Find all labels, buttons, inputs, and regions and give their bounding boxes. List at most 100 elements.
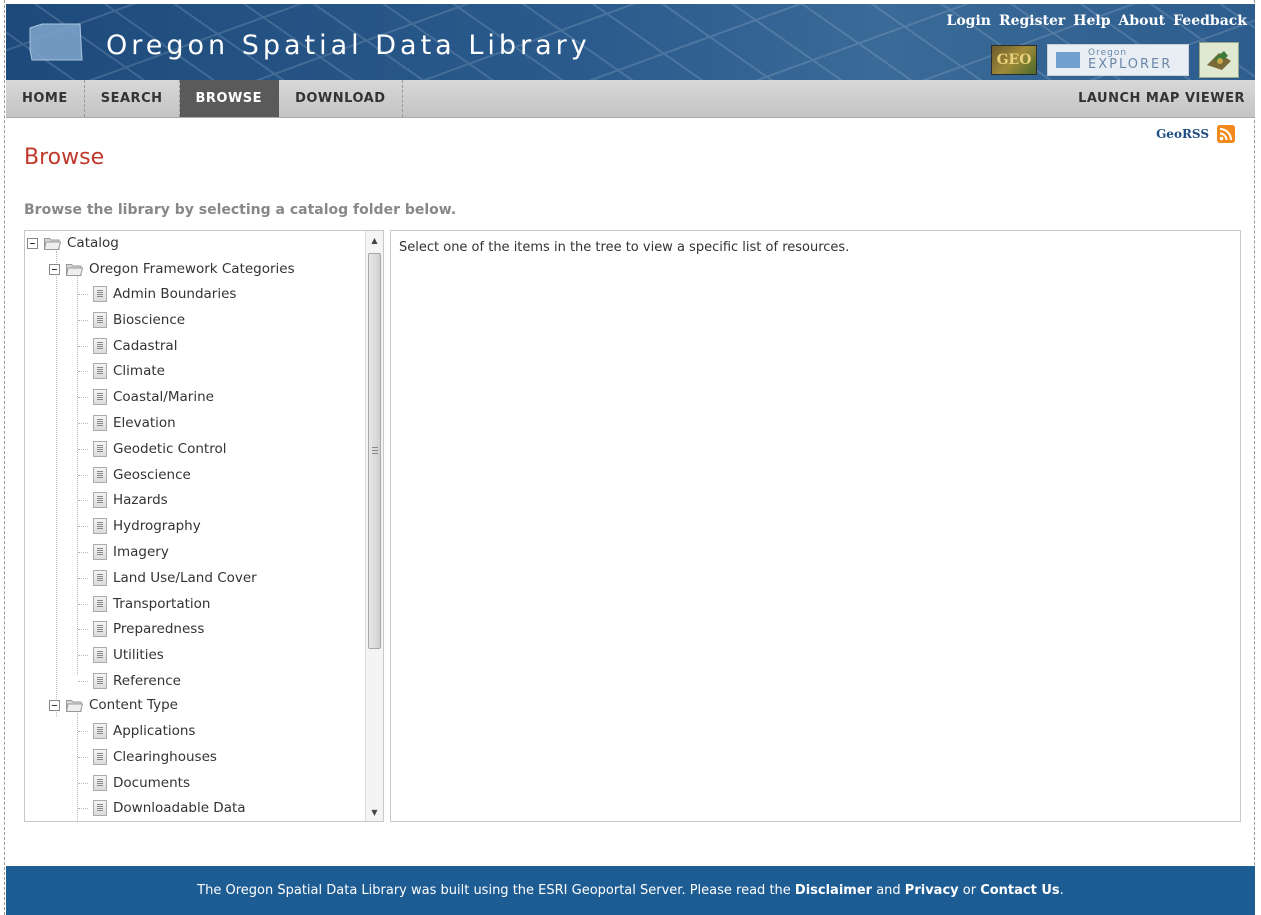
tree-leaf-label: Applications <box>113 723 196 739</box>
login-link[interactable]: Login <box>946 13 990 29</box>
tree-leaf-item[interactable]: Downloadable Data <box>93 797 246 819</box>
document-icon <box>93 595 107 612</box>
tree-leaf-label: Imagery <box>113 544 169 560</box>
tree-leaf-item[interactable]: Coastal/Marine <box>93 386 214 408</box>
tree-guide-line <box>78 577 88 579</box>
tab-download[interactable]: DOWNLOAD <box>279 80 403 117</box>
tree-guide-line <box>78 808 88 810</box>
tree-leaf-item[interactable]: Imagery <box>93 541 169 563</box>
tree-leaf-item[interactable]: Documents <box>93 772 190 794</box>
tree-leaf-label: Geoscience <box>113 466 191 483</box>
georss-label: GeoRSS <box>1156 127 1209 141</box>
document-icon <box>93 774 107 791</box>
collapse-toggle-icon[interactable] <box>49 263 60 275</box>
tree-leaf-item[interactable]: Climate <box>93 360 165 382</box>
tree-guide-line <box>78 371 88 373</box>
tree-leaf-item[interactable]: Clearinghouses <box>93 746 217 768</box>
tree-leaf-label: Elevation <box>113 415 176 431</box>
disclaimer-link[interactable]: Disclaimer <box>795 883 872 898</box>
scroll-up-icon[interactable]: ▲ <box>366 231 383 249</box>
tree-leaf-item[interactable]: Land Use/Land Cover <box>93 567 257 589</box>
document-icon <box>93 286 107 302</box>
footer-and: and <box>872 883 905 898</box>
collapse-toggle-icon[interactable] <box>49 699 60 711</box>
tree-guide-line <box>78 782 88 784</box>
page-title: Browse <box>24 145 105 170</box>
tree-guide-line <box>78 423 88 424</box>
tree-leaf-label: Cadastral <box>113 337 178 354</box>
tab-home[interactable]: HOME <box>6 80 85 117</box>
feedback-link[interactable]: Feedback <box>1173 13 1247 29</box>
tree-node-content-type[interactable]: Content Type <box>49 694 178 716</box>
results-panel: Select one of the items in the tree to v… <box>390 230 1241 822</box>
tree-node-label: Oregon Framework Categories <box>89 261 295 277</box>
tree-guide-line <box>78 629 88 631</box>
tree-leaf-item[interactable]: Elevation <box>93 412 176 434</box>
tree-scrollbar[interactable]: ▲ ▼ <box>365 231 383 821</box>
tab-search[interactable]: SEARCH <box>85 80 180 117</box>
document-icon <box>93 621 107 638</box>
tree-leaf-label: Documents <box>113 774 190 791</box>
oregon-shape-icon <box>1056 52 1080 68</box>
help-link[interactable]: Help <box>1073 13 1110 29</box>
tree-leaf-item[interactable]: Utilities <box>93 644 164 666</box>
tab-browse[interactable]: BROWSE <box>179 80 280 117</box>
tree-leaf-label: Downloadable Data <box>113 800 246 817</box>
tree-leaf-label: Preparedness <box>113 621 205 638</box>
tree-leaf-item[interactable]: Cadastral <box>93 335 177 357</box>
tree-guide-line <box>78 681 88 682</box>
document-icon <box>93 415 107 431</box>
collapse-toggle-icon[interactable] <box>27 237 38 249</box>
tree-leaf-item[interactable]: Reference <box>93 670 181 692</box>
tree-leaf-item[interactable]: Admin Boundaries <box>93 283 236 305</box>
tree-leaf-label: Coastal/Marine <box>113 389 214 406</box>
document-icon <box>93 337 107 354</box>
tree-leaf-item[interactable]: Hydrography <box>93 515 201 537</box>
scroll-down-icon[interactable]: ▼ <box>366 803 383 821</box>
footer-text: The Oregon Spatial Data Library was buil… <box>197 883 795 898</box>
catalog-tree-panel: Catalog Oregon Framework Categories Admi… <box>24 230 384 822</box>
tree-node-label: Catalog <box>67 235 119 251</box>
oregon-explorer-badge[interactable]: Oregon EXPLORER <box>1047 44 1189 76</box>
tree-leaf-label: Reference <box>113 673 181 689</box>
explorer-badge-big: EXPLORER <box>1088 57 1173 72</box>
tree-leaf-label: Climate <box>113 363 165 380</box>
geo-badge[interactable]: GEO <box>991 45 1037 75</box>
about-link[interactable]: About <box>1118 13 1165 29</box>
tree-leaf-item[interactable]: Preparedness <box>93 618 204 640</box>
top-links: Login Register Help About Feedback <box>946 13 1247 29</box>
tree-leaf-item[interactable]: Applications <box>93 720 195 742</box>
georss-link[interactable]: GeoRSS <box>1156 125 1235 143</box>
tree-node-oregon-framework-categories[interactable]: Oregon Framework Categories <box>49 258 295 280</box>
tree-leaf-item[interactable]: Hazards <box>93 489 168 511</box>
register-link[interactable]: Register <box>999 13 1065 29</box>
contact-us-link[interactable]: Contact Us <box>980 883 1059 898</box>
tree-leaf-item[interactable]: Bioscience <box>93 309 185 331</box>
catalog-tree: Catalog Oregon Framework Categories Admi… <box>25 231 367 821</box>
geo-badge-text: GEO <box>996 52 1032 68</box>
oregon-logo-icon <box>29 23 83 61</box>
tree-guide-line <box>78 345 88 347</box>
rss-icon <box>1217 125 1235 143</box>
tree-leaf-label: Geodetic Control <box>113 440 227 457</box>
tree-leaf-item[interactable]: Transportation <box>93 593 210 615</box>
tree-node-catalog[interactable]: Catalog <box>27 232 119 254</box>
document-icon <box>93 466 107 483</box>
hat-badge[interactable] <box>1199 42 1239 78</box>
page-subtitle: Browse the library by selecting a catalo… <box>24 202 457 218</box>
tree-leaf-item[interactable]: Geoscience <box>93 464 191 486</box>
scrollbar-thumb[interactable] <box>368 253 381 649</box>
tree-leaf-item[interactable]: Geodetic Control <box>93 438 226 460</box>
footer-period: . <box>1059 883 1064 898</box>
launch-map-viewer-link[interactable]: LAUNCH MAP VIEWER <box>1078 80 1245 117</box>
folder-open-icon <box>66 699 83 712</box>
tree-leaf-label: Utilities <box>113 647 164 664</box>
document-icon <box>93 440 107 457</box>
tree-leaf-label: Bioscience <box>113 311 186 328</box>
document-icon <box>93 647 107 664</box>
document-icon <box>93 492 107 509</box>
folder-open-icon <box>44 237 61 250</box>
document-icon <box>93 723 107 739</box>
privacy-link[interactable]: Privacy <box>905 883 959 898</box>
document-icon <box>93 748 107 765</box>
